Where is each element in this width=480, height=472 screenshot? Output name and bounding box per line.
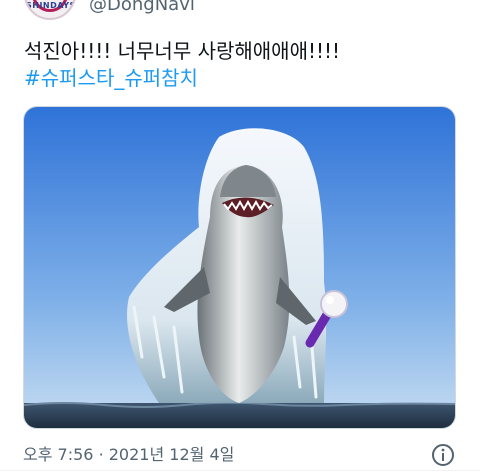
lightstick-glint [326, 296, 334, 304]
meta-separator: · [98, 445, 104, 464]
tweet-text: 석진아!!!! 너무너무 사랑해애애애!!!! #슈퍼스타_슈퍼참치 [24, 38, 464, 92]
tweet-date: 2021년 12월 4일 [108, 445, 235, 464]
hashtag-underscore[interactable]: _ [114, 66, 124, 90]
user-handle[interactable]: @DongNavi [89, 0, 195, 16]
tweet-header: SHINDAYS @DongNavi [0, 0, 480, 22]
tweet-timestamp[interactable]: 오후 7:56 · 2021년 12월 4일 [23, 444, 234, 466]
hashtag-link-2[interactable]: 슈퍼참치 [124, 66, 198, 90]
divider [0, 470, 480, 471]
tweet-hashtags: #슈퍼스타_슈퍼참치 [24, 65, 464, 92]
tweet-text-line: 석진아!!!! 너무너무 사랑해애애애!!!! [24, 39, 341, 63]
tweet-photo[interactable] [23, 106, 456, 429]
lightstick-ball [320, 290, 348, 318]
sea [24, 403, 455, 428]
avatar[interactable]: SHINDAYS [24, 0, 76, 20]
info-icon[interactable] [431, 443, 455, 467]
avatar-logo-text: SHINDAYS [26, 1, 76, 10]
hashtag-link[interactable]: #슈퍼스타 [24, 66, 114, 90]
shark-photo-illustration [24, 107, 455, 428]
tweet-time: 오후 7:56 [23, 445, 94, 464]
